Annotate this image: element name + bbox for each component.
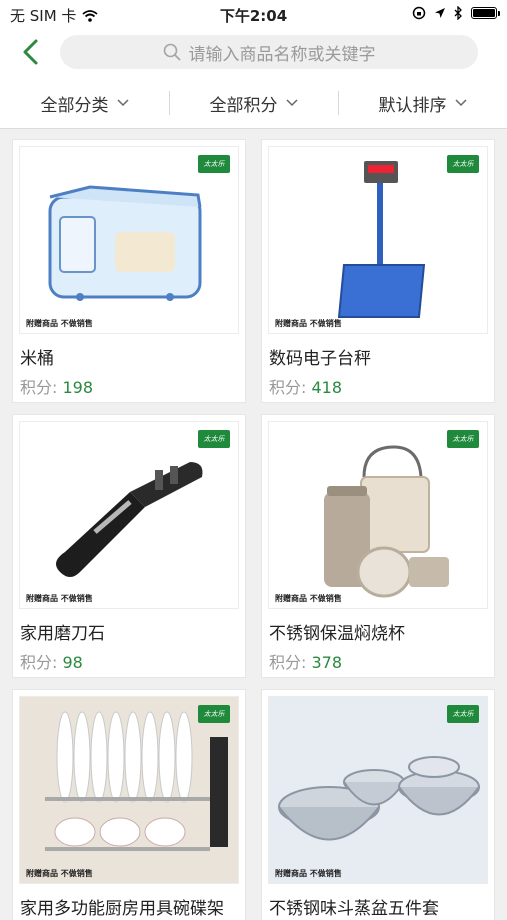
points-value: 98	[62, 653, 83, 672]
points-value: 378	[311, 653, 343, 672]
bluetooth-icon	[454, 6, 462, 20]
product-points: 积分: 418	[269, 374, 342, 398]
chevron-down-icon	[285, 99, 298, 107]
product-image-steel-bowls: 太太乐 附赠商品 不做销售	[268, 696, 488, 884]
header: 请输入商品名称或关键字	[0, 28, 507, 78]
product-points: 积分: 378	[269, 649, 342, 673]
search-icon	[163, 43, 180, 61]
product-note: 附赠商品 不做销售	[275, 319, 342, 328]
brand-logo: 太太乐	[198, 430, 230, 448]
product-image-dish-rack: 太太乐 附赠商品 不做销售	[19, 696, 239, 884]
product-name: 不锈钢保温焖烧杯	[269, 624, 405, 644]
search-placeholder: 请输入商品名称或关键字	[188, 44, 376, 65]
search-input[interactable]: 请输入商品名称或关键字	[60, 35, 478, 69]
filter-bar: 全部分类 全部积分 默认排序	[0, 78, 507, 129]
product-note: 附赠商品 不做销售	[26, 594, 93, 603]
product-name: 家用磨刀石	[20, 624, 105, 644]
brand-logo: 太太乐	[447, 430, 479, 448]
battery-icon	[471, 7, 500, 19]
product-note: 附赠商品 不做销售	[275, 869, 342, 878]
filter-points-label: 全部积分	[209, 95, 278, 116]
brand-logo: 太太乐	[447, 705, 479, 723]
product-image-thermal-cup: 太太乐 附赠商品 不做销售	[268, 421, 488, 609]
product-note: 附赠商品 不做销售	[26, 319, 93, 328]
status-bar: 无 SIM 卡 下午2:04	[0, 0, 507, 28]
dish-rack-image	[20, 697, 238, 883]
product-card[interactable]: 太太乐 附赠商品 不做销售 不锈钢味斗蒸盆五件套	[262, 690, 494, 920]
brand-logo: 太太乐	[447, 155, 479, 173]
knife-sharpener-image	[56, 462, 203, 577]
location-arrow-icon	[435, 8, 445, 18]
product-card[interactable]: 太太乐 附赠商品 不做销售 家用磨刀石 积分: 98	[13, 415, 245, 677]
chevron-down-icon	[454, 99, 467, 107]
points-value: 418	[311, 378, 343, 397]
points-label: 积分:	[269, 653, 307, 672]
thermal-cup-image	[324, 445, 449, 598]
product-card[interactable]: 太太乐 附赠商品 不做销售 米桶 积分: 198	[13, 140, 245, 402]
rice-bucket-image	[48, 185, 202, 301]
filter-category[interactable]: 全部分类	[0, 78, 169, 128]
points-label: 积分:	[269, 378, 307, 397]
product-points: 积分: 198	[20, 374, 93, 398]
status-right	[412, 6, 500, 20]
product-image-scale: 太太乐 附赠商品 不做销售	[268, 146, 488, 334]
brand-logo: 太太乐	[198, 155, 230, 173]
product-image-rice-bucket: 太太乐 附赠商品 不做销售	[19, 146, 239, 334]
rotation-lock-icon	[412, 6, 426, 20]
steel-bowls-image	[269, 697, 487, 883]
filter-sort[interactable]: 默认排序	[338, 78, 507, 128]
points-label: 积分:	[20, 653, 58, 672]
brand-logo: 太太乐	[198, 705, 230, 723]
product-name: 数码电子台秤	[269, 349, 371, 369]
product-card[interactable]: 太太乐 附赠商品 不做销售 不锈钢保温焖烧杯 积分: 378	[262, 415, 494, 677]
digital-scale-image	[337, 161, 426, 318]
product-points: 积分: 98	[20, 649, 83, 673]
product-name: 不锈钢味斗蒸盆五件套	[269, 899, 439, 919]
product-name: 家用多功能厨房用具碗碟架	[20, 899, 224, 919]
battery-level	[473, 9, 495, 17]
product-name: 米桶	[20, 349, 54, 369]
product-note: 附赠商品 不做销售	[275, 594, 342, 603]
points-value: 198	[62, 378, 94, 397]
chevron-down-icon	[116, 99, 129, 107]
product-card[interactable]: 太太乐 附赠商品 不做销售 数码电子台秤 积分: 418	[262, 140, 494, 402]
product-card[interactable]: 太太乐 附赠商品 不做销售 家用多功能厨房用具碗碟架	[13, 690, 245, 920]
filter-category-label: 全部分类	[40, 95, 109, 116]
chevron-left-icon[interactable]	[18, 38, 46, 66]
points-label: 积分:	[20, 378, 58, 397]
product-note: 附赠商品 不做销售	[26, 869, 93, 878]
product-image-sharpener: 太太乐 附赠商品 不做销售	[19, 421, 239, 609]
filter-sort-label: 默认排序	[378, 95, 447, 116]
filter-points[interactable]: 全部积分	[169, 78, 338, 128]
